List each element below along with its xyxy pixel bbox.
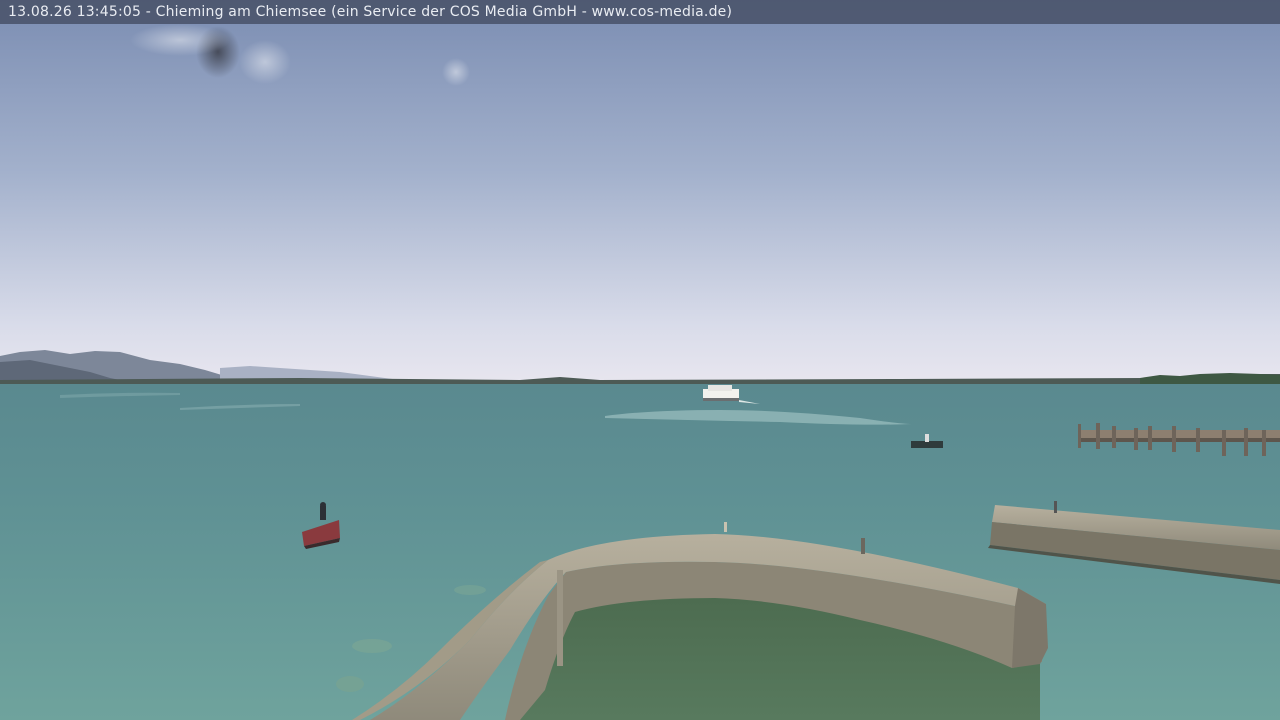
underwater-rock: [352, 639, 392, 653]
underwater-rock-3: [454, 585, 486, 595]
sky: [0, 0, 1280, 384]
lens-smudge-haze: [130, 24, 230, 56]
underwater-rock-2: [336, 676, 364, 692]
timestamp-caption-bar: 13.08.26 13:45:05 - Chieming am Chiemsee…: [0, 0, 1280, 24]
webcam-frame: 13.08.26 13:45:05 - Chieming am Chiemsee…: [0, 0, 1280, 720]
lens-smudge-light: [239, 40, 291, 84]
mooring-post-2: [861, 538, 865, 554]
mooring-post: [557, 570, 563, 666]
lens-smudge-light-2: [442, 58, 470, 86]
timestamp-caption: 13.08.26 13:45:05 - Chieming am Chiemsee…: [8, 4, 733, 20]
mooring-post-3: [724, 522, 727, 532]
webcam-image: [0, 0, 1280, 720]
